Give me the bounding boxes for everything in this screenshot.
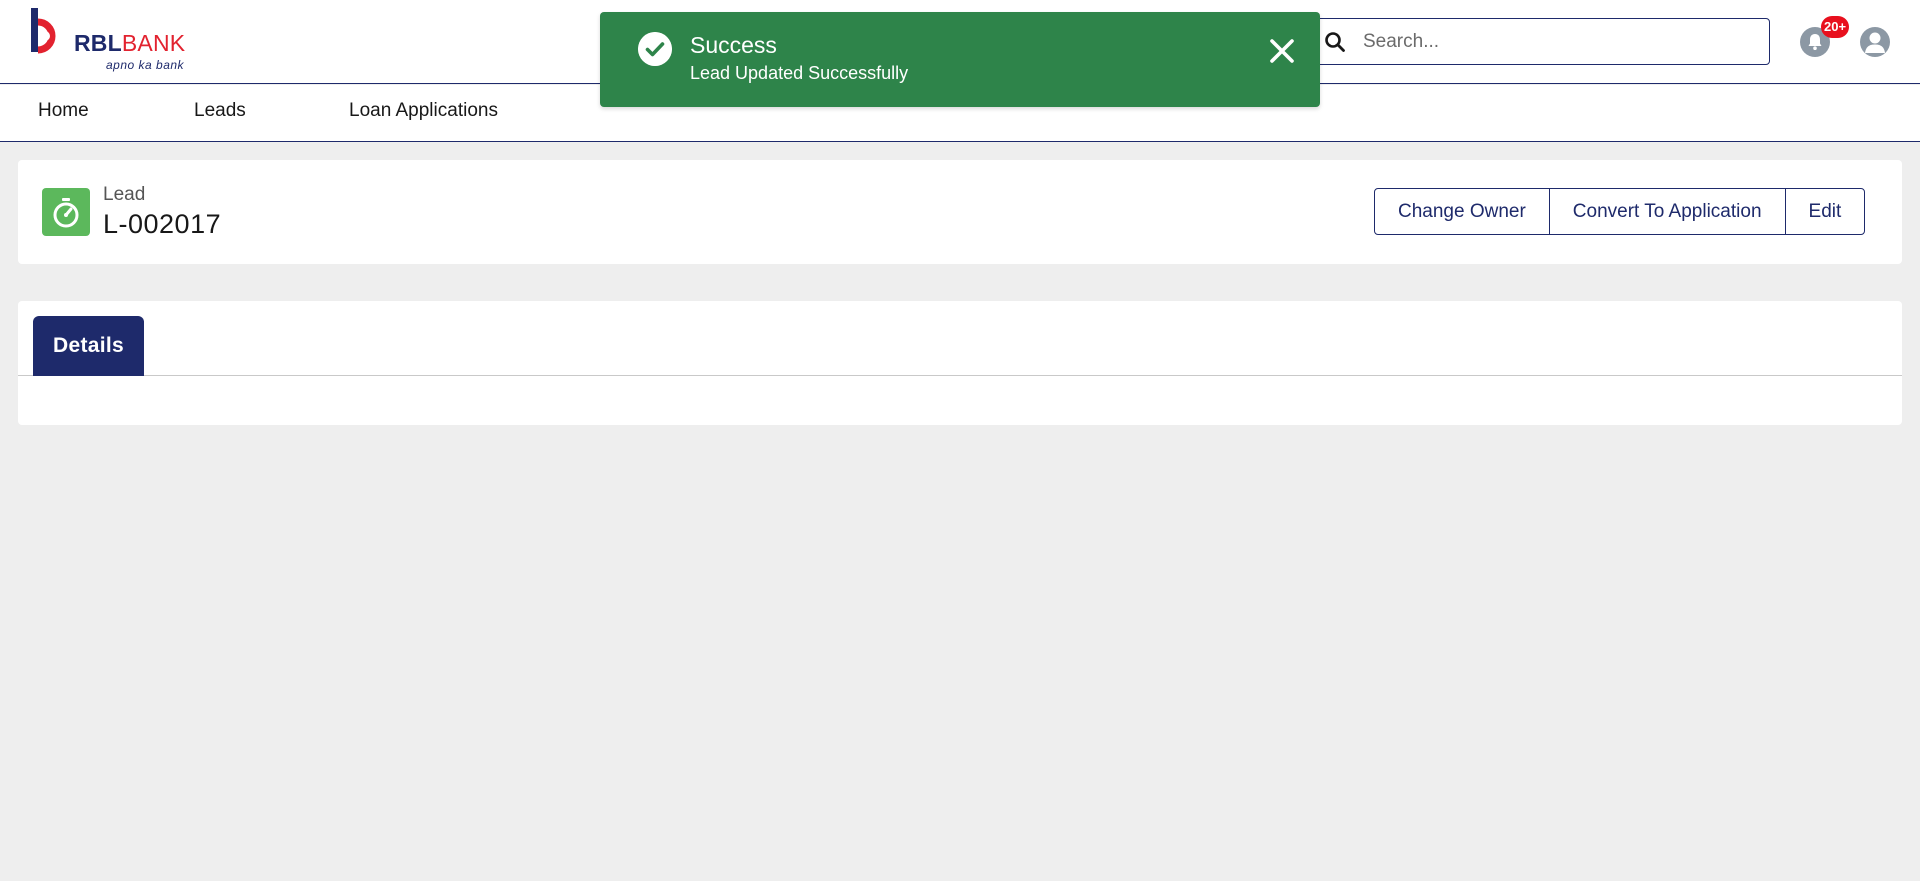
tab-details[interactable]: Details [33,316,144,376]
nav-item-loan-applications[interactable]: Loan Applications [349,100,498,122]
rbl-bank-logo[interactable]: RBLBANK apno ka bank [31,8,191,74]
search-input[interactable] [1363,19,1753,64]
search-icon [1325,32,1345,52]
logo-text: RBLBANK [74,30,185,57]
user-avatar-button[interactable] [1860,27,1890,57]
record-object-label: Lead [103,184,146,205]
nav-item-home[interactable]: Home [38,100,89,122]
check-circle-icon [638,32,672,66]
record-tabs-card: Details [18,301,1902,425]
success-toast: Success Lead Updated Successfully [600,12,1320,107]
logo-text-rbl: RBL [74,30,122,56]
toast-title: Success [690,32,777,58]
toast-message: Lead Updated Successfully [690,63,909,83]
bell-icon [1808,34,1822,50]
nav-item-leads[interactable]: Leads [194,100,246,122]
edit-button[interactable]: Edit [1784,188,1866,235]
logo-tagline: apno ka bank [106,58,185,72]
record-title: L-002017 [103,209,222,239]
stopwatch-icon [53,198,79,228]
rbl-logo-mark-icon [31,8,56,54]
user-avatar-icon [1865,32,1885,53]
convert-to-application-button[interactable]: Convert To Application [1548,188,1786,235]
close-icon[interactable] [1265,34,1299,68]
global-search[interactable] [1300,18,1770,65]
change-owner-button[interactable]: Change Owner [1374,188,1550,235]
record-actions: Change Owner Convert To Application Edit [1374,188,1866,235]
tab-divider [18,375,1902,376]
logo-text-bank: BANK [121,30,186,56]
notification-count-badge: 20+ [1821,16,1850,38]
lead-object-icon-tile [42,188,90,236]
record-header-card: Lead L-002017 Change Owner Convert To Ap… [18,160,1902,264]
